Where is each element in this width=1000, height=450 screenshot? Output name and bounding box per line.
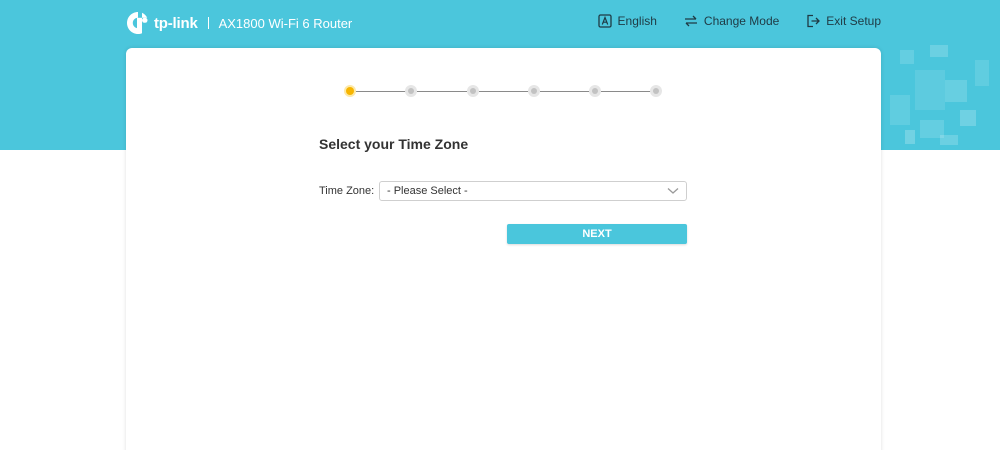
- step-2-dot: [405, 85, 417, 97]
- next-button[interactable]: NEXT: [507, 224, 687, 244]
- brand-name: tp-link: [154, 14, 198, 32]
- exit-icon: [807, 14, 821, 28]
- logo-divider: [207, 17, 209, 29]
- page-title: Select your Time Zone: [319, 136, 469, 152]
- change-mode-label: Change Mode: [703, 14, 780, 28]
- step-4-dot: [528, 85, 540, 97]
- tp-link-logo[interactable]: tp-link AX1800 Wi-Fi 6 Router: [125, 9, 352, 37]
- time-zone-label: Time Zone:: [319, 185, 375, 197]
- language-icon: [597, 14, 612, 28]
- step-connector: [601, 91, 651, 92]
- step-6-dot: [650, 85, 662, 97]
- setup-stepper: [344, 85, 662, 99]
- tp-link-logo-icon: [125, 10, 151, 36]
- header-actions: English Change Mode Exit Setup: [597, 14, 881, 28]
- step-1-dot: [344, 85, 356, 97]
- step-connector: [540, 91, 590, 92]
- language-button[interactable]: English: [597, 14, 657, 28]
- setup-card: Select your Time Zone Time Zone: - Pleas…: [126, 48, 881, 450]
- top-header: tp-link AX1800 Wi-Fi 6 Router English Ch…: [0, 0, 1000, 46]
- step-connector: [356, 91, 406, 92]
- time-zone-select[interactable]: - Please Select -: [379, 181, 687, 201]
- exit-setup-label: Exit Setup: [826, 14, 881, 28]
- step-connector: [417, 91, 467, 92]
- language-label: English: [617, 14, 657, 28]
- chevron-down-icon: [667, 188, 679, 194]
- change-mode-button[interactable]: Change Mode: [684, 14, 779, 28]
- product-name: AX1800 Wi-Fi 6 Router: [218, 15, 353, 31]
- step-3-dot: [467, 85, 479, 97]
- time-zone-select-value: - Please Select -: [387, 185, 468, 197]
- setup-page: tp-link AX1800 Wi-Fi 6 Router English Ch…: [0, 0, 1000, 450]
- exit-setup-button[interactable]: Exit Setup: [806, 14, 881, 28]
- change-mode-icon: [684, 15, 697, 27]
- step-5-dot: [589, 85, 601, 97]
- step-connector: [479, 91, 529, 92]
